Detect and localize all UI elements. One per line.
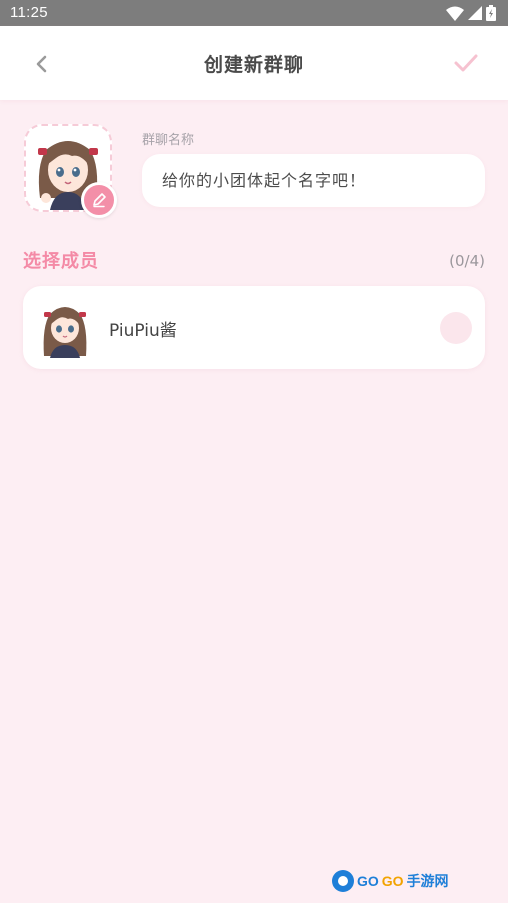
checkmark-icon[interactable] [452, 49, 480, 77]
group-name-input[interactable] [142, 154, 485, 207]
select-members-title: 选择成员 [23, 251, 99, 272]
battery-icon [486, 5, 496, 21]
signal-icon [468, 6, 482, 20]
page-title: 创建新群聊 [203, 54, 304, 76]
wifi-icon [446, 6, 464, 21]
watermark-go1: GO [357, 873, 379, 889]
status-icons [446, 5, 496, 21]
member-count: (0/4) [449, 252, 485, 270]
watermark-go2: GO [381, 873, 404, 889]
member-select-radio[interactable] [440, 312, 472, 344]
member-item[interactable]: PiuPiu酱 [23, 286, 485, 369]
member-name: PiuPiu酱 [109, 321, 177, 341]
gogo-watermark-logo: GO GO 手游网 [332, 870, 449, 892]
watermark-cn: 手游网 [406, 873, 449, 889]
status-bar: 11:25 [0, 0, 508, 26]
member-avatar [43, 307, 87, 358]
nav-bar: 创建新群聊 [0, 26, 508, 100]
pencil-icon [93, 193, 106, 208]
gogo-logo-icon [332, 870, 354, 892]
avatar-edit-button[interactable] [81, 182, 117, 218]
group-name-label: 群聊名称 [142, 133, 195, 148]
status-time: 11:25 [10, 4, 48, 21]
